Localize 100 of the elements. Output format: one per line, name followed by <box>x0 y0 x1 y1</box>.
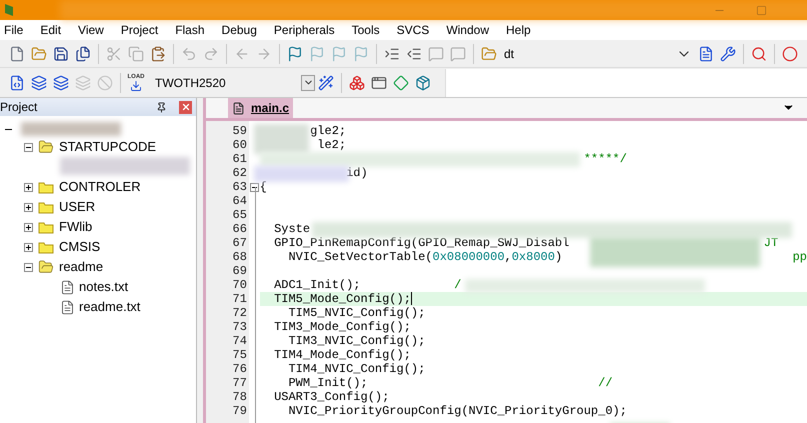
menu-item[interactable]: View <box>78 21 104 39</box>
stop-build-icon <box>97 74 113 90</box>
paste-icon <box>150 46 166 62</box>
undo-icon <box>181 46 197 62</box>
menu-item[interactable]: File <box>4 21 24 39</box>
indent-icon <box>384 46 400 62</box>
line-number: 61 <box>232 152 247 166</box>
menu-item[interactable]: SVCS <box>396 21 430 39</box>
code-text: / <box>454 278 462 292</box>
magnifier-icon <box>751 46 767 62</box>
line-number: 60 <box>232 138 247 152</box>
expand-toggle[interactable] <box>24 202 33 212</box>
tree-item[interactable]: FWlib <box>59 217 92 237</box>
code-text: id) <box>346 166 368 180</box>
tree-item[interactable]: CMSIS <box>59 237 100 257</box>
folder-icon <box>38 200 54 214</box>
comment-icon <box>450 46 466 62</box>
code-text: TIM4_Mode_Config(); <box>274 348 411 362</box>
fold-toggle[interactable] <box>250 182 259 192</box>
collapse-toggle[interactable] <box>24 142 33 152</box>
expand-toggle[interactable] <box>24 222 33 232</box>
flag-icon <box>353 46 369 62</box>
menu-item[interactable]: Tools <box>352 21 380 39</box>
copy-icon <box>128 46 144 62</box>
line-number: 78 <box>232 390 247 404</box>
windows-icon <box>371 74 387 90</box>
line-number: 70 <box>232 278 247 292</box>
menu-item[interactable]: Project <box>120 21 158 39</box>
package-icon <box>415 74 431 90</box>
code-text: gle2; <box>310 124 346 138</box>
line-number: 65 <box>232 208 247 222</box>
blocks-icon <box>349 74 365 90</box>
tree-item[interactable]: CONTROLER <box>59 177 141 197</box>
pin-icon[interactable] <box>156 102 167 112</box>
menu-item[interactable]: Edit <box>40 21 62 39</box>
line-number: 67 <box>232 236 247 250</box>
menu-item[interactable]: Help <box>506 21 531 39</box>
code-text: USART3_Config(); <box>274 390 390 404</box>
save-icon <box>53 46 69 62</box>
line-number: 63 <box>232 180 247 194</box>
file-icon <box>232 102 245 114</box>
flag-icon <box>331 46 347 62</box>
menu-item[interactable]: Window <box>446 21 489 39</box>
find-text[interactable]: dt <box>504 44 514 62</box>
code-text: 0x08000000 <box>432 250 505 264</box>
redo-icon <box>203 46 219 62</box>
folder-icon <box>481 46 497 62</box>
tree-item[interactable]: STARTUPCODE <box>59 137 156 157</box>
line-number: 72 <box>232 306 247 320</box>
code-text: pp <box>792 250 807 264</box>
tree-item[interactable]: notes.txt <box>0 277 196 297</box>
code-text: ADC1_Init(); <box>274 278 360 292</box>
code-text: , <box>504 250 512 264</box>
build-icon <box>31 74 47 90</box>
code-editor[interactable] <box>206 121 807 423</box>
line-number: 66 <box>232 222 247 236</box>
comment-icon <box>428 46 444 62</box>
target-select[interactable]: TWOTH2520 <box>155 72 315 92</box>
menu-item[interactable]: Peripherals <box>274 21 335 39</box>
line-number: 59 <box>232 124 247 138</box>
line-number: 75 <box>232 348 247 362</box>
code-text: TIM3_Mode_Config(); <box>274 320 411 334</box>
line-number: 69 <box>232 264 247 278</box>
menu-item[interactable]: Debug <box>222 21 257 39</box>
code-text: Syste <box>274 222 310 236</box>
editor-tab[interactable]: main.c <box>228 98 294 118</box>
line-number: 79 <box>232 404 247 418</box>
line-number: 77 <box>232 376 247 390</box>
line-number: 74 <box>232 334 247 348</box>
expand-toggle[interactable] <box>24 242 33 252</box>
code-text: TIM5_NVIC_Config(); <box>288 306 426 320</box>
code-text: 0x8000 <box>512 250 555 264</box>
app-icon <box>4 3 14 17</box>
close-button[interactable] <box>179 100 192 114</box>
expand-toggle[interactable] <box>24 182 33 192</box>
cut-icon <box>106 46 122 62</box>
file-icon <box>60 280 75 294</box>
tree-item[interactable]: USER <box>59 197 96 217</box>
code-text: GPIO_PinRemapConfig(GPIO_Remap_SWJ_Disabl <box>274 236 570 250</box>
compile-icon <box>9 74 25 90</box>
tree-item[interactable]: readme.txt <box>0 297 196 317</box>
wrench-icon <box>720 46 736 62</box>
folder-icon <box>31 46 47 62</box>
collapse-toggle[interactable] <box>24 262 33 272</box>
panel-title: Project <box>0 99 38 116</box>
line-number: 73 <box>232 320 247 334</box>
code-text: JT <box>764 236 778 250</box>
tree-item[interactable]: readme <box>59 257 104 277</box>
file-icon <box>60 300 75 314</box>
code-text: ) <box>554 250 562 264</box>
code-text: PWM_Init(); <box>288 376 368 390</box>
code-text: NVIC_PriorityGroupConfig(NVIC_PriorityGroup_0); <box>288 404 627 418</box>
menu-item[interactable]: Flash <box>175 21 205 39</box>
line-number: 71 <box>232 292 247 306</box>
folder-icon <box>38 180 54 194</box>
code-text: NVIC_SetVectorTable( <box>288 250 433 264</box>
new-file-icon <box>9 46 25 62</box>
folder-icon <box>38 240 54 254</box>
code-text: TIM3_NVIC_Config(); <box>288 334 426 348</box>
line-number: 62 <box>232 166 247 180</box>
